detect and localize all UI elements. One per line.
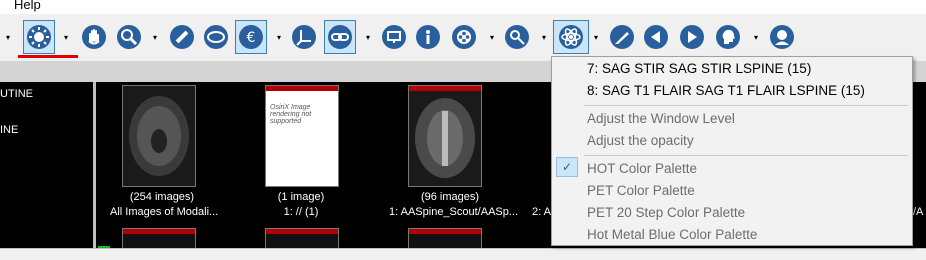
thumbnail-image[interactable] [408, 85, 482, 187]
head-profile-button[interactable] [712, 20, 744, 54]
pan-hand-icon [82, 25, 106, 49]
menu-item-hot-palette[interactable]: HOT Color Palette [587, 161, 697, 176]
head-profile-dropdown[interactable]: ▾ [752, 34, 760, 42]
next-arrow-icon [680, 25, 704, 49]
head-front-button[interactable] [766, 20, 798, 54]
menu-separator [584, 105, 908, 106]
thumbnail-label: 1: AASpine_Scout/AASp... [389, 206, 519, 218]
menu-item-hot-metal-blue-palette[interactable]: Hot Metal Blue Color Palette [587, 227, 757, 242]
link-dropdown[interactable]: ▾ [364, 34, 372, 42]
menu-item-series-7[interactable]: 7: SAG STIR SAG STIR LSPINE (15) [587, 61, 811, 76]
zoom-button[interactable] [113, 20, 145, 54]
link-button[interactable] [324, 20, 356, 54]
thumbnail-label-partial: /A [913, 206, 924, 218]
menu-item-series-8[interactable]: 8: SAG T1 FLAIR SAG T1 FLAIR LSPINE (15) [587, 83, 865, 98]
display-icon [382, 25, 406, 49]
dropdown-arrow-icon[interactable]: ▾ [4, 34, 12, 42]
mri-scan-icon [415, 98, 475, 178]
scalpel-button[interactable] [606, 20, 638, 54]
mri-scan-icon [129, 96, 189, 176]
link-icon [328, 25, 352, 49]
series-item[interactable]: INE [0, 124, 18, 136]
axes-icon [292, 25, 316, 49]
window-level-icon [27, 25, 51, 49]
menu-item-pet-20-step-palette[interactable]: PET 20 Step Color Palette [587, 205, 745, 220]
active-tool-indicator [18, 55, 78, 58]
thumbnail-image[interactable] [122, 85, 196, 187]
info-icon [416, 25, 440, 49]
oval-roi-button[interactable] [200, 20, 232, 54]
ruler-button[interactable] [166, 20, 198, 54]
zoom-dropdown[interactable]: ▾ [151, 34, 159, 42]
svg-text:€: € [247, 30, 256, 46]
rotate-button[interactable]: € [235, 20, 267, 54]
thumbnail-header-bar [266, 86, 338, 91]
display-button[interactable] [378, 20, 410, 54]
scalpel-icon [610, 25, 634, 49]
menu-item-window-level[interactable]: Adjust the Window Level [587, 111, 735, 126]
window-level-dropdown[interactable]: ▾ [62, 34, 70, 42]
series-list: UTINE INE [0, 82, 96, 248]
euro-rotate-icon: € [239, 25, 263, 49]
thumbnail-count: (254 images) [129, 191, 195, 203]
thumbnail-count: (1 image) [277, 191, 325, 203]
pan-button[interactable] [78, 20, 110, 54]
thumbnail-label: 1: // (1) [283, 206, 319, 218]
movie-button[interactable] [448, 20, 480, 54]
3d-button[interactable] [553, 20, 589, 54]
checkmark-icon: ✓ [556, 157, 578, 177]
ruler-icon [170, 25, 194, 49]
status-bar [0, 248, 926, 260]
previous-button[interactable] [640, 20, 672, 54]
oval-roi-icon [204, 25, 228, 49]
thumbnail-header-bar [266, 229, 338, 234]
window-level-button[interactable] [23, 20, 55, 54]
help-menu[interactable]: Help [14, 0, 41, 12]
series-item[interactable]: UTINE [0, 88, 33, 100]
info-button[interactable] [412, 20, 444, 54]
thumbnail-label: All Images of Modali... [110, 206, 219, 218]
magic-wand-button[interactable] [501, 20, 533, 54]
movie-reel-icon [452, 25, 476, 49]
toolbar: ▾ ▾ ▾ € ▾ ▾ ▾ ▾ ▾ ▾ [0, 14, 926, 61]
thumbnail-label-partial: 2: A [532, 206, 551, 218]
thumbnail-placeholder-text: OsiriX Image rendering not supported [270, 104, 312, 125]
zoom-icon [117, 25, 141, 49]
head-front-icon [770, 25, 794, 49]
axes-button[interactable] [288, 20, 320, 54]
menu-separator [584, 155, 908, 156]
next-button[interactable] [676, 20, 708, 54]
thumbnail-image[interactable]: OsiriX Image rendering not supported [265, 85, 339, 187]
movie-dropdown[interactable]: ▾ [488, 34, 496, 42]
atom-3d-icon [559, 25, 583, 49]
thumbnail-count: (96 images) [420, 191, 480, 203]
previous-arrow-icon [644, 25, 668, 49]
context-menu: 7: SAG STIR SAG STIR LSPINE (15) 8: SAG … [551, 56, 913, 246]
magic-wand-dropdown[interactable]: ▾ [540, 34, 548, 42]
head-profile-icon [716, 25, 740, 49]
menu-item-opacity[interactable]: Adjust the opacity [587, 133, 694, 148]
thumbnail-header-bar [123, 229, 195, 234]
magic-wand-icon [505, 25, 529, 49]
3d-dropdown[interactable]: ▾ [592, 34, 600, 42]
menu-bar: Help [0, 0, 926, 14]
menu-item-pet-palette[interactable]: PET Color Palette [587, 183, 695, 198]
rotate-dropdown[interactable]: ▾ [275, 34, 283, 42]
thumbnail-header-bar [409, 229, 481, 234]
